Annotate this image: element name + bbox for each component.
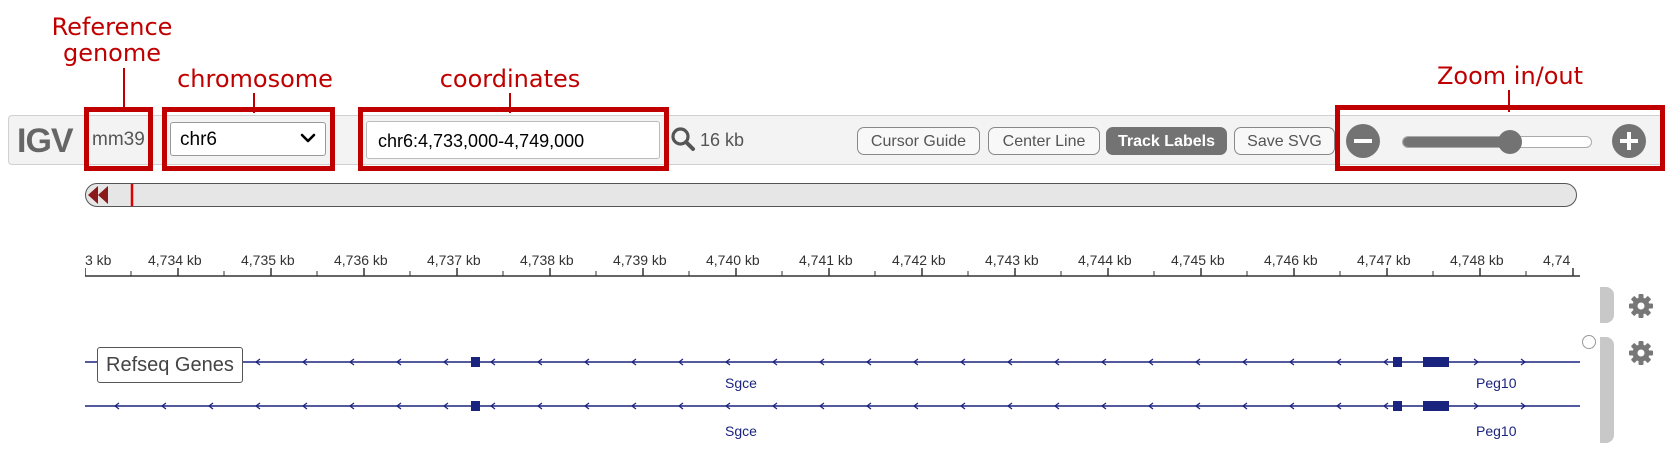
search-icon[interactable]: [670, 126, 696, 152]
cursor-guide-button[interactable]: Cursor Guide: [857, 127, 980, 155]
ruler-tick-label: 4,734 kb: [148, 252, 202, 268]
window-size: 16 kb: [700, 130, 745, 150]
ruler-tick-label: 4,736 kb: [334, 252, 388, 268]
track-name-label: Refseq Genes: [97, 347, 243, 383]
ruler-tick-label: 4,741 kb: [799, 252, 853, 268]
track-drag-handle[interactable]: [1600, 287, 1614, 323]
gene-label: Sgce: [725, 423, 757, 439]
annotation-coordinates: coordinates: [439, 65, 581, 93]
gene-track[interactable]: [85, 340, 1580, 420]
ruler-tick-label: 4,747 kb: [1357, 252, 1411, 268]
ruler-tick-label: 3 kb: [85, 252, 112, 268]
gene-label: Peg10: [1476, 423, 1517, 439]
annotation-line: [123, 68, 125, 112]
annotation-reference-genome: Reference genome: [51, 13, 173, 67]
track-select-circle[interactable]: [1582, 335, 1596, 349]
exon-block[interactable]: [1423, 401, 1449, 411]
highlight-genome: [84, 107, 153, 171]
track-drag-handle[interactable]: [1600, 337, 1614, 443]
ruler-tick-label: 4,740 kb: [706, 252, 760, 268]
exon-block[interactable]: [1393, 357, 1402, 367]
ruler-tick-label: 4,735 kb: [241, 252, 295, 268]
gene-label: Sgce: [725, 375, 757, 391]
ruler-tick-label: 4,744 kb: [1078, 252, 1132, 268]
annotation-chromosome: chromosome: [177, 65, 333, 93]
ruler-tick-label: 4,743 kb: [985, 252, 1039, 268]
exon-block[interactable]: [471, 357, 480, 367]
ruler-tick-label: 4,742 kb: [892, 252, 946, 268]
highlight-coordinates: [358, 107, 669, 171]
gene-label: Peg10: [1476, 375, 1517, 391]
ruler-tick-label: 4,745 kb: [1171, 252, 1225, 268]
highlight-zoom: [1335, 105, 1665, 171]
igv-logo: IGV: [17, 122, 74, 160]
center-line-button[interactable]: Center Line: [988, 127, 1100, 155]
exon-block[interactable]: [1423, 357, 1449, 367]
ruler-tick-label: 4,74: [1543, 252, 1571, 268]
ruler-tick-label: 4,746 kb: [1264, 252, 1318, 268]
exon-block[interactable]: [1393, 401, 1402, 411]
highlight-chromosome: [162, 107, 335, 171]
gear-icon[interactable]: [1627, 339, 1655, 367]
ruler-tick-label: 4,748 kb: [1450, 252, 1504, 268]
save-svg-button[interactable]: Save SVG: [1234, 127, 1335, 155]
ruler-tick-label: 4,739 kb: [613, 252, 667, 268]
ruler-tick-label: 4,737 kb: [427, 252, 481, 268]
exon-block[interactable]: [471, 401, 480, 411]
centromere-marker: [88, 184, 134, 206]
track-labels-button[interactable]: Track Labels: [1106, 127, 1227, 155]
annotation-zoom: Zoom in/out: [1436, 62, 1584, 90]
chromosome-ideogram[interactable]: [85, 183, 1577, 207]
ruler-tick-label: 4,738 kb: [520, 252, 574, 268]
gear-icon[interactable]: [1627, 292, 1655, 320]
